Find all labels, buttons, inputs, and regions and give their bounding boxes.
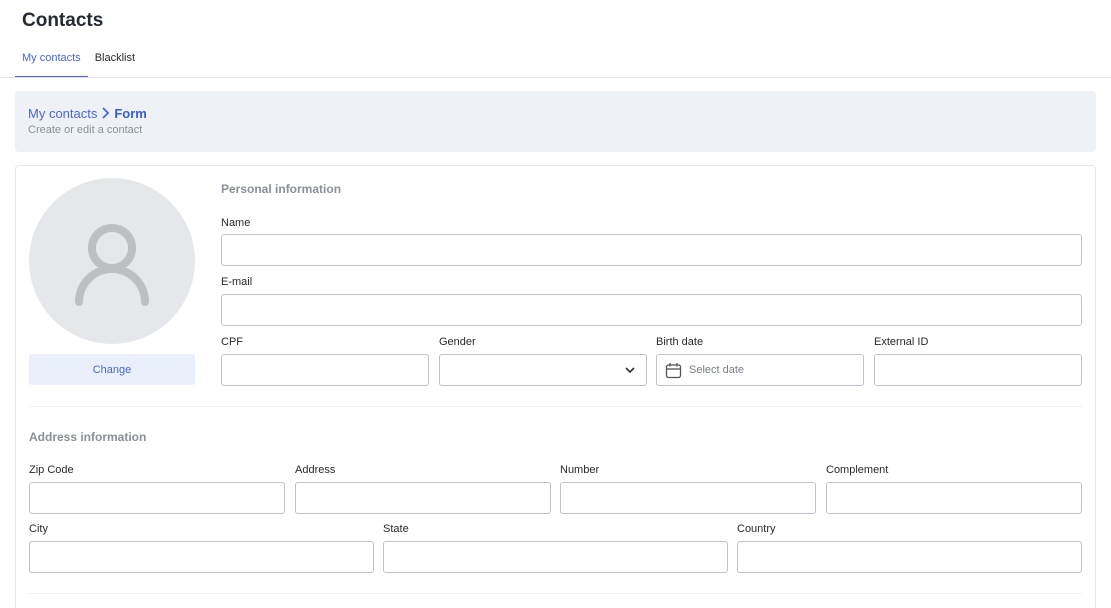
address-info-title: Address information — [29, 430, 147, 444]
chevron-down-icon — [625, 367, 635, 374]
contacts-page: Contacts My contacts Blacklist My contac… — [0, 0, 1111, 608]
tab-my-contacts[interactable]: My contacts — [15, 40, 88, 78]
birth-date-placeholder: Select date — [689, 364, 745, 376]
contact-form-card: Change Personal information Name E-mail … — [15, 165, 1096, 608]
page-title: Contacts — [22, 10, 104, 31]
breadcrumb-current: Form — [114, 106, 147, 121]
complement-label: Complement — [826, 464, 889, 476]
country-field[interactable] — [737, 541, 1082, 573]
zip-code-input[interactable] — [30, 483, 284, 513]
birth-date-label: Birth date — [656, 336, 704, 348]
breadcrumb-subtitle: Create or edit a contact — [28, 124, 143, 136]
zip-code-label: Zip Code — [29, 464, 74, 476]
city-input[interactable] — [30, 542, 373, 572]
gender-select[interactable] — [439, 354, 647, 386]
state-label: State — [383, 523, 409, 535]
city-label: City — [29, 523, 48, 535]
gender-label: Gender — [439, 336, 476, 348]
country-label: Country — [737, 523, 776, 535]
personal-info-title: Personal information — [221, 182, 342, 196]
external-id-label: External ID — [874, 336, 929, 348]
user-silhouette-icon — [75, 224, 149, 306]
breadcrumb-my-contacts-link[interactable]: My contacts — [28, 106, 97, 121]
avatar — [29, 178, 195, 344]
complement-input[interactable] — [827, 483, 1081, 513]
country-input[interactable] — [738, 542, 1081, 572]
external-id-field[interactable] — [874, 354, 1082, 386]
city-field[interactable] — [29, 541, 374, 573]
name-field[interactable] — [221, 234, 1082, 266]
change-avatar-button[interactable]: Change — [29, 354, 195, 385]
number-label: Number — [560, 464, 600, 476]
calendar-icon — [665, 363, 682, 379]
state-field[interactable] — [383, 541, 728, 573]
external-id-input[interactable] — [875, 355, 1081, 385]
address-field[interactable] — [295, 482, 551, 514]
number-field[interactable] — [560, 482, 816, 514]
zip-code-field[interactable] — [29, 482, 285, 514]
email-field[interactable] — [221, 294, 1082, 326]
cpf-input[interactable] — [222, 355, 428, 385]
section-divider-bottom — [29, 593, 1082, 594]
cpf-field[interactable] — [221, 354, 429, 386]
number-input[interactable] — [561, 483, 815, 513]
name-label: Name — [221, 217, 251, 229]
tab-blacklist[interactable]: Blacklist — [88, 40, 142, 78]
address-input[interactable] — [296, 483, 550, 513]
breadcrumb: My contacts Form — [28, 106, 147, 121]
email-input[interactable] — [222, 295, 1081, 325]
section-divider — [29, 406, 1082, 407]
state-input[interactable] — [384, 542, 727, 572]
email-label: E-mail — [221, 276, 253, 288]
chevron-right-icon — [101, 106, 110, 121]
name-input[interactable] — [222, 235, 1081, 265]
tab-bar: My contacts Blacklist — [15, 40, 142, 78]
cpf-label: CPF — [221, 336, 243, 348]
complement-field[interactable] — [826, 482, 1082, 514]
address-label: Address — [295, 464, 336, 476]
tabs-divider — [0, 77, 1111, 78]
birth-date-picker[interactable]: Select date — [656, 354, 864, 386]
breadcrumb-banner: My contacts Form Create or edit a contac… — [15, 91, 1096, 152]
